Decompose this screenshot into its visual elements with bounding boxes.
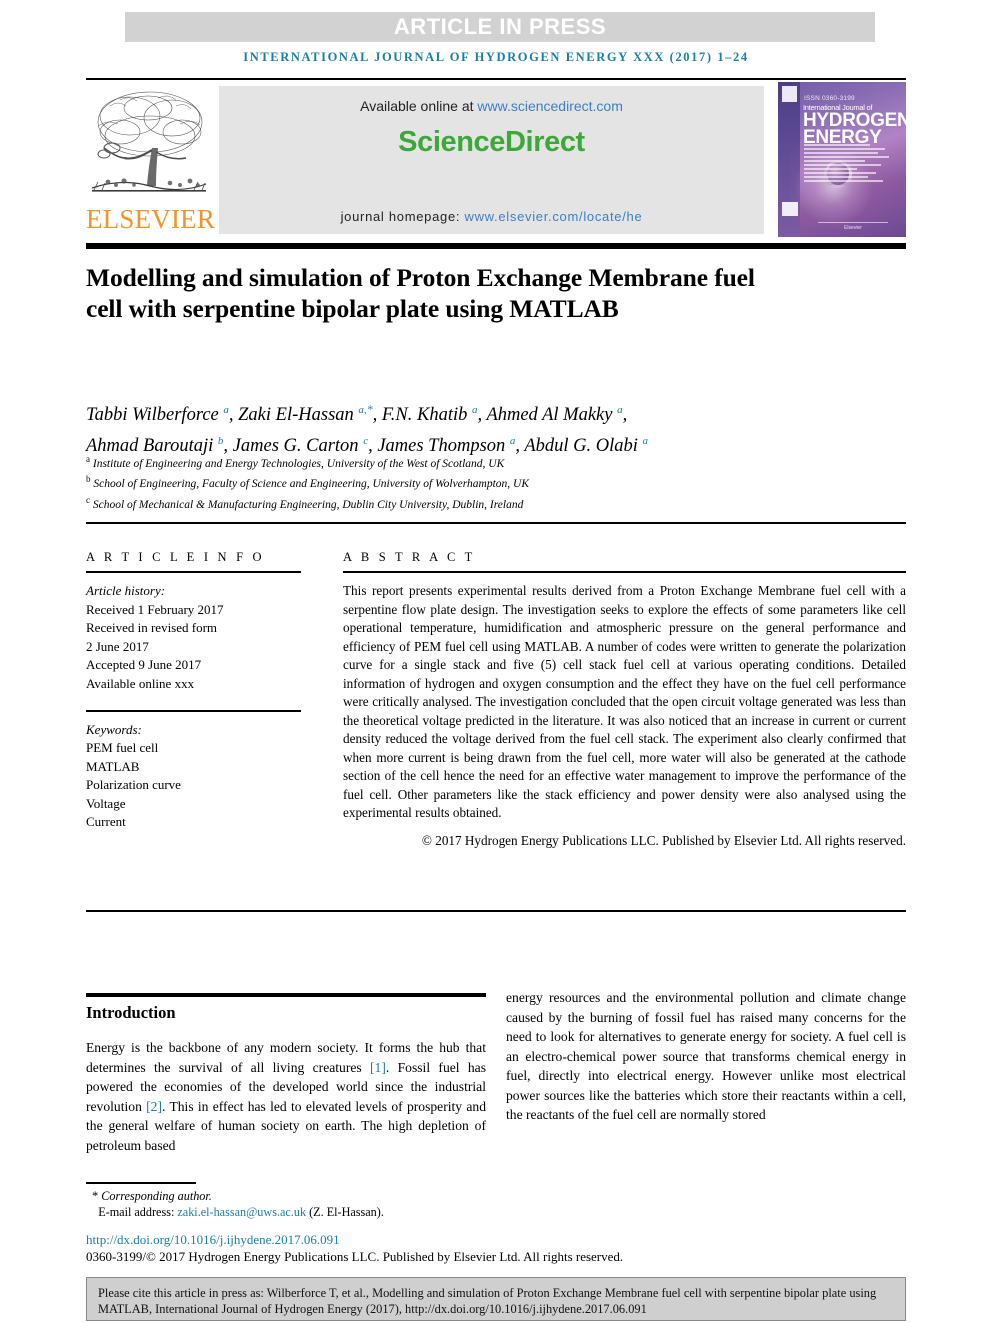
page-title: Modelling and simulation of Proton Excha…: [86, 263, 755, 323]
author-affil-marker: a: [642, 435, 649, 448]
article-info-rule: [86, 571, 301, 573]
available-online-line: Available online at www.sciencedirect.co…: [219, 98, 764, 114]
masthead-top-rule: [86, 78, 906, 80]
abstract-block-bottom-rule: [86, 910, 906, 912]
affiliation-marker: c: [86, 494, 90, 505]
abstract-copyright: © 2017 Hydrogen Energy Publications LLC.…: [421, 832, 906, 848]
affiliation-text: Institute of Engineering and Energy Tech…: [92, 457, 505, 470]
elsevier-wordmark: ELSEVIER: [86, 204, 216, 234]
affiliation-item: c School of Mechanical & Manufacturing E…: [86, 493, 906, 513]
sciencedirect-url[interactable]: www.sciencedirect.com: [477, 98, 623, 114]
article-history-label: Article history:: [86, 583, 166, 598]
cover-kicker: ISSN 0360-3199: [804, 95, 855, 102]
author-sep: ,: [622, 405, 628, 426]
journal-running-head: INTERNATIONAL JOURNAL OF HYDROGEN ENERGY…: [243, 50, 749, 64]
email-label: E-mail address:: [98, 1205, 178, 1219]
keywords-label: Keywords:: [86, 721, 142, 737]
keyword-item: MATLAB: [86, 758, 140, 774]
abstract-heading: A B S T R A C T: [343, 550, 476, 564]
affiliation-marker: a: [86, 454, 90, 464]
author-line-1: Tabbi Wilberforce a, Zaki El-Hassan a,*,…: [86, 396, 906, 428]
cover-logo-badge-icon: [782, 86, 797, 102]
cover-footer: Elsevier: [818, 222, 888, 231]
author-name: F.N. Khatib: [381, 405, 473, 426]
affiliation-item: b School of Engineering, Faculty of Scie…: [86, 472, 906, 492]
history-item: Accepted 9 June 2017: [86, 657, 202, 672]
article-in-press-label: ARTICLE IN PRESS: [393, 14, 607, 39]
email-note: E-mail address: zaki.el-hassan@uws.ac.uk…: [86, 1204, 506, 1220]
email-link[interactable]: zaki.el-hassan@uws.ac.uk: [177, 1205, 306, 1219]
introduction-heading: Introduction: [86, 1003, 176, 1022]
cover-editor-lines: [804, 144, 896, 184]
please-cite-text: Please cite this article in press as: Wi…: [98, 1286, 877, 1316]
author-list: Tabbi Wilberforce a, Zaki El-Hassan a,*,…: [86, 396, 906, 459]
sciencedirect-panel: Available online at www.sciencedirect.co…: [219, 86, 764, 234]
affiliation-text: School of Engineering, Faculty of Scienc…: [93, 478, 530, 491]
elsevier-tree-icon: [90, 86, 208, 206]
issn-copyright-line: 0360-3199/© 2017 Hydrogen Energy Publica…: [86, 1249, 624, 1264]
keyword-item: Current: [86, 814, 126, 829]
elsevier-logo: ELSEVIER: [86, 84, 216, 240]
cover-footer-label: Elsevier: [844, 225, 862, 231]
abstract-text: This report presents experimental result…: [343, 583, 906, 820]
history-item: Available online xxx: [86, 675, 195, 691]
article-history: Article history: Received 1 February 201…: [86, 582, 301, 693]
author-name: Zaki El-Hassan: [238, 405, 359, 426]
corresponding-author-note: * Corresponding author.: [86, 1188, 506, 1204]
journal-homepage-url[interactable]: www.elsevier.com/locate/he: [465, 209, 643, 224]
journal-homepage-label: journal homepage:: [340, 209, 465, 224]
available-online-label: Available online at: [360, 98, 478, 114]
masthead-bottom-rule: [86, 243, 906, 249]
article-in-press-banner: ARTICLE IN PRESS: [125, 12, 875, 42]
keywords-block: Keywords: PEM fuel cell MATLAB Polarizat…: [86, 721, 301, 832]
author-name: Tabbi Wilberforce: [86, 405, 224, 426]
please-cite-box: Please cite this article in press as: Wi…: [86, 1277, 906, 1321]
abstract-block-top-rule: [86, 522, 906, 524]
footnote-rule: [86, 1182, 196, 1184]
keywords-rule: [86, 710, 301, 712]
history-item: 2 June 2017: [86, 638, 149, 654]
corresponding-author-label: Corresponding author.: [101, 1189, 212, 1203]
citation-ref-2[interactable]: [2]: [146, 1099, 162, 1114]
journal-homepage-line: journal homepage: www.elsevier.com/locat…: [219, 209, 764, 224]
footnote-block: * Corresponding author. E-mail address: …: [86, 1188, 506, 1220]
affiliation-item: a Institute of Engineering and Energy Te…: [86, 452, 906, 472]
masthead: ELSEVIER Available online at www.science…: [86, 82, 906, 240]
history-item: Received 1 February 2017: [86, 601, 224, 617]
affiliation-text: School of Mechanical & Manufacturing Eng…: [92, 498, 524, 511]
history-item: Received in revised form: [86, 620, 218, 635]
body-column-left: Energy is the backbone of any modern soc…: [86, 1038, 486, 1155]
author-sep: ,: [228, 405, 239, 426]
abstract-column: A B S T R A C T This report presents exp…: [343, 550, 906, 850]
affiliation-marker: b: [86, 474, 91, 485]
keyword-item: Voltage: [86, 795, 126, 811]
author-affil-marker: a,: [358, 404, 367, 416]
cover-title: International Journal of HYDROGEN ENERGY: [803, 103, 906, 147]
abstract-rule: [343, 571, 906, 573]
corresponding-author-star-icon: *: [92, 1189, 99, 1203]
doi-link[interactable]: http://dx.doi.org/10.1016/j.ijhydene.201…: [86, 1232, 340, 1248]
introduction-rule: [86, 993, 486, 997]
citation-ref-1[interactable]: [1]: [370, 1060, 386, 1075]
affiliations: a Institute of Engineering and Energy Te…: [86, 452, 906, 513]
article-info-column: A R T I C L E I N F O Article history: R…: [86, 550, 301, 832]
article-info-heading: A R T I C L E I N F O: [86, 550, 265, 564]
keyword-item: Polarization curve: [86, 777, 181, 792]
sciencedirect-logo[interactable]: ScienceDirect: [219, 126, 764, 159]
email-suffix: (Z. El-Hassan).: [306, 1205, 384, 1219]
cover-ihea-badge-icon: [782, 202, 798, 216]
author-name: Ahmed Al Makky: [486, 405, 618, 426]
journal-cover-thumbnail[interactable]: ISSN 0360-3199 International Journal of …: [778, 82, 906, 237]
keyword-item: PEM fuel cell: [86, 740, 159, 755]
author-sep: ,: [372, 405, 382, 426]
body-column-right: energy resources and the environmental p…: [506, 990, 906, 1122]
